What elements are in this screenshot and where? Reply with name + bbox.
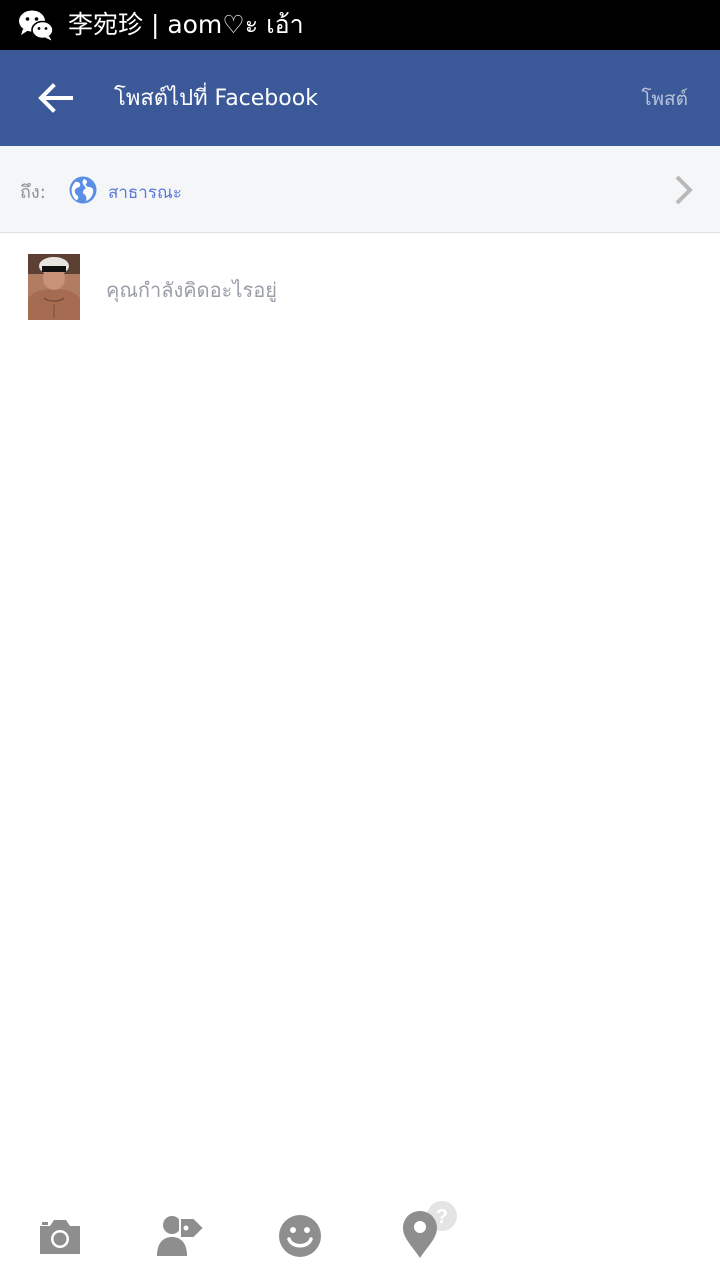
back-button[interactable] bbox=[30, 76, 80, 120]
facebook-share-screen: 李宛珍 | aom♡ะ เอ้า โพสต์ไปที่ Facebook โพส… bbox=[0, 0, 720, 1280]
status-bar: 李宛珍 | aom♡ะ เอ้า bbox=[0, 0, 720, 50]
page-title: โพสต์ไปที่ Facebook bbox=[114, 86, 318, 111]
wechat-icon bbox=[19, 10, 54, 41]
audience-value: สาธารณะ bbox=[108, 183, 182, 203]
tag-people-icon[interactable] bbox=[156, 1210, 204, 1262]
chevron-right-icon bbox=[675, 175, 693, 205]
location-pin-icon[interactable]: ? bbox=[398, 1200, 458, 1262]
feeling-smiley-icon[interactable] bbox=[276, 1210, 324, 1262]
camera-icon[interactable] bbox=[36, 1210, 84, 1262]
arrow-left-icon bbox=[38, 83, 73, 113]
status-input[interactable] bbox=[106, 270, 686, 310]
user-avatar bbox=[28, 254, 80, 320]
notification-text: 李宛珍 | aom♡ะ เอ้า bbox=[68, 10, 304, 39]
app-bar: โพสต์ไปที่ Facebook โพสต์ bbox=[0, 50, 720, 146]
audience-label: ถึง: bbox=[20, 182, 46, 203]
svg-text:?: ? bbox=[436, 1206, 448, 1228]
audience-selector[interactable]: ถึง: สาธารณะ bbox=[0, 146, 720, 233]
globe-icon bbox=[69, 176, 97, 204]
post-button[interactable]: โพสต์ bbox=[641, 84, 688, 114]
